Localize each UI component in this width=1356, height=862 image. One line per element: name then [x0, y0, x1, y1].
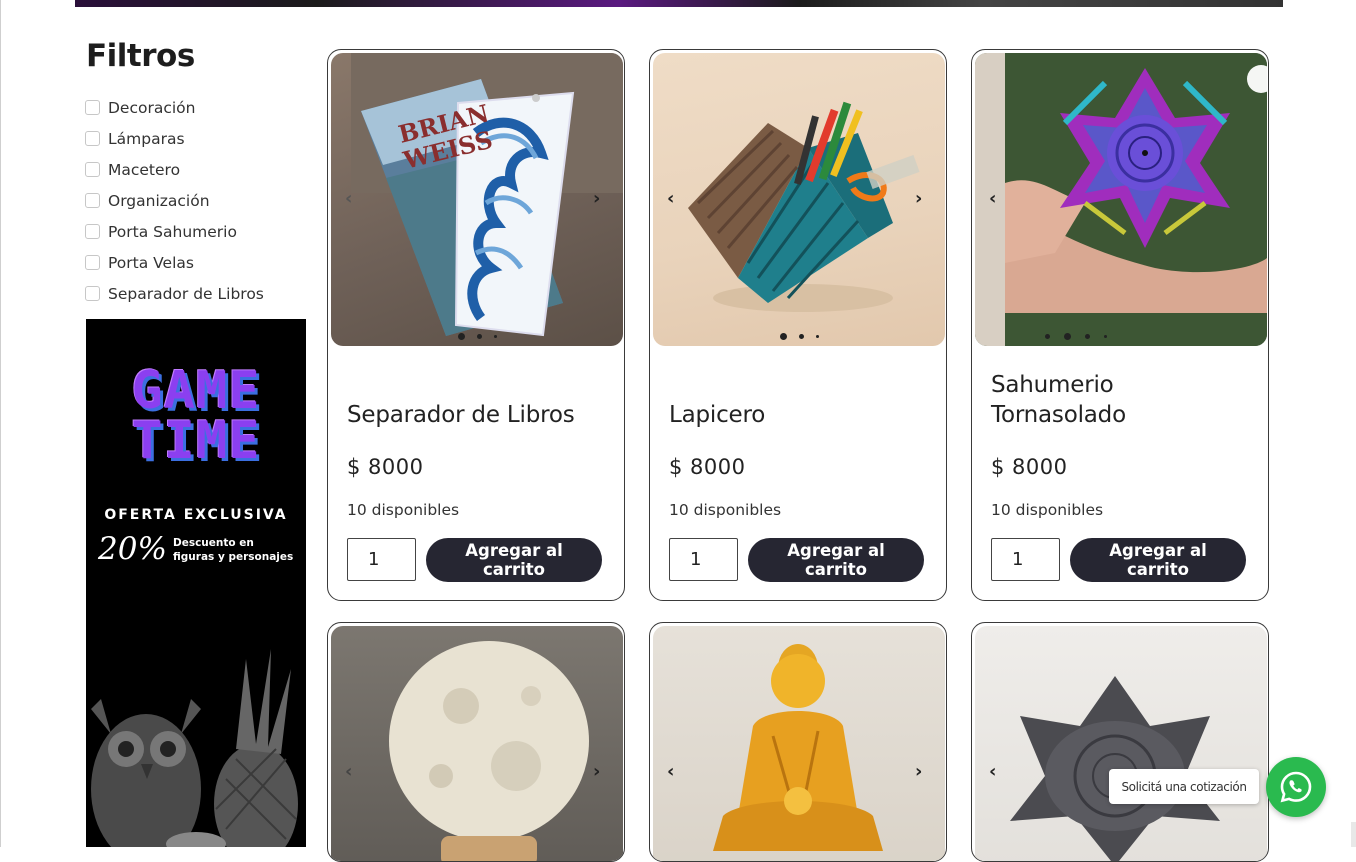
filter-organizacion[interactable]: Organización: [85, 185, 264, 216]
product-card: ‹ ›: [327, 622, 625, 862]
iridescent-lotus-image: [975, 53, 1267, 346]
carousel-next-button[interactable]: ›: [593, 190, 607, 208]
filter-label: Decoración: [108, 98, 196, 117]
filter-label: Macetero: [108, 160, 181, 179]
carousel-prev-button[interactable]: ‹: [345, 190, 359, 208]
golden-buddha-image: [713, 644, 883, 851]
product-image-pencil-holder[interactable]: ‹ ›: [653, 53, 945, 346]
product-image-moon-lamp[interactable]: ‹ ›: [331, 626, 623, 861]
filter-label: Organización: [108, 191, 210, 210]
filter-list: Decoración Lámparas Macetero Organizació…: [85, 92, 264, 309]
carousel-next-button[interactable]: ›: [915, 763, 929, 781]
filter-checkbox[interactable]: [85, 193, 100, 208]
filter-label: Lámparas: [108, 129, 185, 148]
scrollbar-edge: [1351, 822, 1356, 847]
owl-pineapple-sculpture-image: [91, 649, 298, 847]
filter-checkbox[interactable]: [85, 286, 100, 301]
product-title[interactable]: Lapicero: [669, 400, 929, 430]
carousel-dot[interactable]: [1104, 335, 1107, 338]
pencil-holder-image: [688, 101, 920, 312]
filter-macetero[interactable]: Macetero: [85, 154, 264, 185]
product-card: ‹ ›: [649, 622, 947, 862]
carousel-dot[interactable]: [1064, 333, 1071, 340]
filter-checkbox[interactable]: [85, 162, 100, 177]
promo-offer: OFERTA EXCLUSIVA: [104, 507, 288, 523]
carousel-dot[interactable]: [779, 333, 787, 340]
product-title[interactable]: Separador de Libros: [347, 400, 607, 430]
carousel-dots: [331, 333, 623, 340]
product-stock: 10 disponibles: [669, 501, 782, 519]
moon-lamp-image: [389, 641, 589, 861]
add-to-cart-button[interactable]: Agregar al carrito: [1070, 538, 1246, 582]
promo-title-line2: TIME: [131, 411, 261, 471]
product-stock: 10 disponibles: [347, 501, 460, 519]
carousel-dot[interactable]: [457, 333, 465, 340]
product-image-book-bookmark[interactable]: BRIAN WEISS ‹ ›: [331, 53, 623, 346]
carousel-dot[interactable]: [1045, 334, 1050, 339]
quantity-input[interactable]: [991, 538, 1060, 581]
gray-lotus-incense-image: [1010, 676, 1220, 861]
filter-porta-sahumerio[interactable]: Porta Sahumerio: [85, 216, 264, 247]
product-image-lotus-incense[interactable]: ‹: [975, 53, 1267, 346]
product-price: $ 8000: [669, 455, 746, 479]
carousel-dots: [653, 333, 945, 340]
filter-checkbox[interactable]: [85, 224, 100, 239]
product-price: $ 8000: [991, 455, 1068, 479]
carousel-dot[interactable]: [1085, 334, 1090, 339]
product-title[interactable]: Sahumerio Tornasolado: [991, 370, 1251, 430]
filter-lamparas[interactable]: Lámparas: [85, 123, 264, 154]
product-card: ‹ › Lapicero $ 8000 10 disponibles Agreg…: [649, 49, 947, 601]
product-card: ‹: [971, 622, 1269, 862]
carousel-next-button[interactable]: ›: [915, 190, 929, 208]
carousel-dot[interactable]: [493, 335, 497, 338]
product-image-gray-lotus[interactable]: ‹: [975, 626, 1267, 861]
carousel-prev-button[interactable]: ‹: [345, 763, 359, 781]
promo-description: Descuento en figuras y personajes: [173, 536, 293, 564]
whatsapp-quote-label[interactable]: Solicitá una cotización: [1109, 769, 1259, 804]
filters-title: Filtros: [86, 38, 195, 74]
product-image-golden-buddha[interactable]: ‹ ›: [653, 626, 945, 861]
carousel-prev-button[interactable]: ‹: [989, 763, 1003, 781]
carousel-prev-button[interactable]: ‹: [667, 190, 681, 208]
carousel-prev-button[interactable]: ‹: [667, 763, 681, 781]
filter-decoracion[interactable]: Decoración: [85, 92, 264, 123]
promo-desc-line2: figuras y personajes: [173, 551, 294, 563]
product-card: BRIAN WEISS ‹ › Separador de Libros $ 80…: [327, 49, 625, 601]
filter-checkbox[interactable]: [85, 131, 100, 146]
product-stock: 10 disponibles: [991, 501, 1104, 519]
filter-checkbox[interactable]: [85, 100, 100, 115]
carousel-dot[interactable]: [798, 334, 804, 339]
carousel-prev-button[interactable]: ‹: [989, 190, 1003, 208]
quantity-input[interactable]: [347, 538, 416, 581]
add-to-cart-button[interactable]: Agregar al carrito: [426, 538, 602, 582]
whatsapp-button[interactable]: [1266, 757, 1326, 817]
quantity-input[interactable]: [669, 538, 738, 581]
carousel-dot[interactable]: [476, 334, 482, 339]
promo-desc-line1: Descuento en: [173, 537, 254, 549]
whatsapp-icon: [1280, 771, 1312, 803]
carousel-next-button[interactable]: ›: [593, 763, 607, 781]
top-banner-image: [75, 0, 1283, 7]
add-to-cart-button[interactable]: Agregar al carrito: [748, 538, 924, 582]
filter-label: Separador de Libros: [108, 284, 264, 303]
filter-porta-velas[interactable]: Porta Velas: [85, 247, 264, 278]
book-bookmark-wave-image: BRIAN WEISS: [351, 53, 623, 337]
promo-percent: 20%: [98, 531, 167, 567]
promo-banner[interactable]: GAME TIME OFERTA EXCLUSIVA 20% Descuento…: [86, 319, 306, 847]
filter-checkbox[interactable]: [85, 255, 100, 270]
carousel-dots: [1045, 333, 1107, 340]
promo-title-line1: GAME: [131, 361, 261, 421]
filter-separador-de-libros[interactable]: Separador de Libros: [85, 278, 264, 309]
filter-label: Porta Velas: [108, 253, 194, 272]
page-edge: [0, 0, 1, 847]
filter-label: Porta Sahumerio: [108, 222, 237, 241]
carousel-dot[interactable]: [815, 335, 819, 338]
product-card: ‹ Sahumerio Tornasolado $ 8000 10 dispon…: [971, 49, 1269, 601]
product-price: $ 8000: [347, 455, 424, 479]
